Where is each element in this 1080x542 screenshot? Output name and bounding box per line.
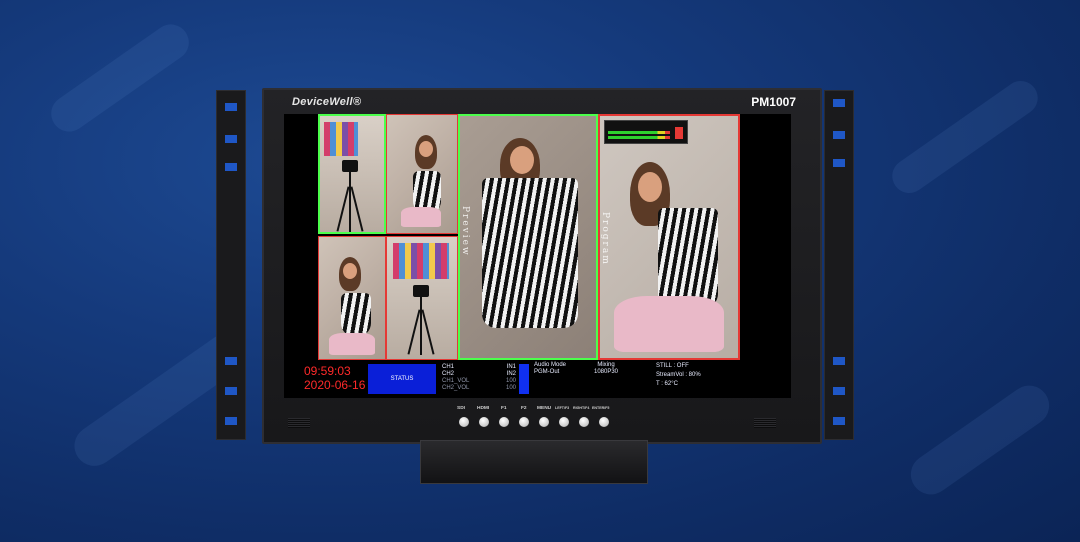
- skirt: [401, 207, 441, 227]
- enter-f5-button[interactable]: [599, 417, 609, 427]
- input-3-tile[interactable]: [318, 236, 386, 360]
- temperature: T : 62°C: [656, 381, 678, 387]
- rack-slot: [225, 163, 237, 171]
- speaker-grille-left: [288, 418, 310, 428]
- audio-mode-label: Audio Mode: [534, 362, 567, 368]
- skirt: [329, 333, 375, 355]
- background-streak: [44, 17, 196, 139]
- preview-label: Preview: [460, 206, 470, 257]
- channel-list: CH1 CH2 CH1_VOL CH2_VOL: [442, 364, 469, 392]
- audio-level-meter: [604, 120, 688, 144]
- status-button[interactable]: STATUS: [368, 364, 436, 394]
- clothes-rack: [393, 243, 449, 279]
- clock-date: 2020-06-16: [304, 378, 366, 392]
- audio-mode: Audio Mode PGM-Out: [534, 362, 566, 376]
- audio-meter-bar: [608, 136, 670, 139]
- tripod: [420, 297, 422, 355]
- input-2: IN2: [506, 371, 517, 377]
- rack-slot: [833, 417, 845, 425]
- person-face: [419, 141, 433, 157]
- channel-1: CH1: [442, 364, 455, 370]
- program-label: Program: [600, 212, 610, 266]
- mixing-label: Mixing: [597, 362, 615, 368]
- clothes-rack: [324, 122, 358, 156]
- hdmi-button[interactable]: [479, 417, 489, 427]
- background-streak: [902, 377, 1058, 503]
- speaker-grille-right: [754, 418, 776, 428]
- mixing: Mixing 1080P30: [586, 362, 626, 376]
- channel-1-volume: 100: [506, 378, 517, 384]
- audio-meter-bar: [608, 131, 670, 134]
- mixing-value: 1080P30: [593, 369, 619, 375]
- channel-2: CH2: [442, 371, 455, 377]
- striped-shirt: [341, 293, 371, 337]
- brand-logo: DeviceWell®: [292, 96, 362, 108]
- background-streak: [885, 74, 1045, 200]
- right-f4-label: RIGHT/F4: [573, 406, 590, 410]
- preview-tile[interactable]: Preview: [458, 114, 598, 360]
- sdi-button[interactable]: [459, 417, 469, 427]
- striped-shirt: [658, 208, 718, 308]
- f2-label: F2: [521, 406, 527, 411]
- program-tile[interactable]: Program: [598, 114, 740, 360]
- channel-1-volume-label: CH1_VOL: [442, 378, 470, 384]
- rack-slot: [833, 159, 845, 167]
- rack-slot: [225, 417, 237, 425]
- left-f3-label: LEFT/F3: [555, 406, 570, 410]
- person-face: [638, 172, 662, 202]
- f2-button[interactable]: [519, 417, 529, 427]
- rack-slot: [833, 387, 845, 395]
- audio-mode-value: PGM-Out: [534, 369, 560, 375]
- sdi-label: SDI: [457, 406, 465, 411]
- monitor-stand: [420, 440, 648, 484]
- rack-slot: [833, 131, 845, 139]
- f1-button[interactable]: [499, 417, 509, 427]
- input-1-tile[interactable]: [318, 114, 386, 234]
- camera: [413, 285, 429, 297]
- rack-slot: [225, 103, 237, 111]
- left-f3-button[interactable]: [559, 417, 569, 427]
- rack-slot: [225, 357, 237, 365]
- audio-peak-indicator: [675, 127, 683, 139]
- input-list: IN1 IN2 100 100: [506, 364, 516, 392]
- rack-slot: [225, 387, 237, 395]
- striped-shirt: [482, 178, 578, 328]
- input-1: IN1: [506, 364, 517, 370]
- system-info: STILL : OFF StreamVol : 80% T : 62°C: [656, 362, 701, 389]
- rack-slot: [833, 357, 845, 365]
- channel-2-volume-label: CH2_VOL: [442, 385, 470, 391]
- status-bar: 09:59:03 2020-06-16 STATUS CH1 CH2 CH1_V…: [284, 360, 791, 398]
- stream-volume: StreamVol : 80%: [656, 372, 701, 378]
- skirt: [614, 296, 724, 352]
- rack-ear-right: [824, 90, 854, 440]
- still-status: STILL : OFF: [656, 363, 689, 369]
- person-face: [343, 263, 357, 279]
- monitor: DeviceWell® PM1007 Preview Program 09:59…: [262, 88, 822, 444]
- channel-2-volume: 100: [506, 385, 517, 391]
- model-label: PM1007: [751, 95, 796, 109]
- clock-time: 09:59:03: [304, 364, 351, 378]
- menu-button[interactable]: [539, 417, 549, 427]
- rack-slot: [833, 99, 845, 107]
- person-face: [510, 146, 534, 174]
- tripod: [349, 172, 351, 232]
- camera: [342, 160, 358, 172]
- right-f4-button[interactable]: [579, 417, 589, 427]
- input-4-tile[interactable]: [386, 236, 458, 360]
- rack-slot: [225, 135, 237, 143]
- monitor-screen: Preview Program 09:59:03 2020-06-16 STAT…: [284, 114, 791, 398]
- audio-mode-indicator: [519, 364, 529, 394]
- menu-label: MENU: [537, 406, 552, 411]
- enter-f5-label: ENTER/F5: [592, 406, 610, 410]
- f1-label: F1: [501, 406, 507, 411]
- clock: 09:59:03 2020-06-16: [304, 364, 365, 392]
- rack-ear-left: [216, 90, 246, 440]
- hardware-button-row: SDI HDMI F1 F2 MENU LEFT/F3 RIGHT/F4 ENT…: [457, 406, 617, 440]
- input-2-tile[interactable]: [386, 114, 458, 234]
- hdmi-label: HDMI: [477, 406, 490, 411]
